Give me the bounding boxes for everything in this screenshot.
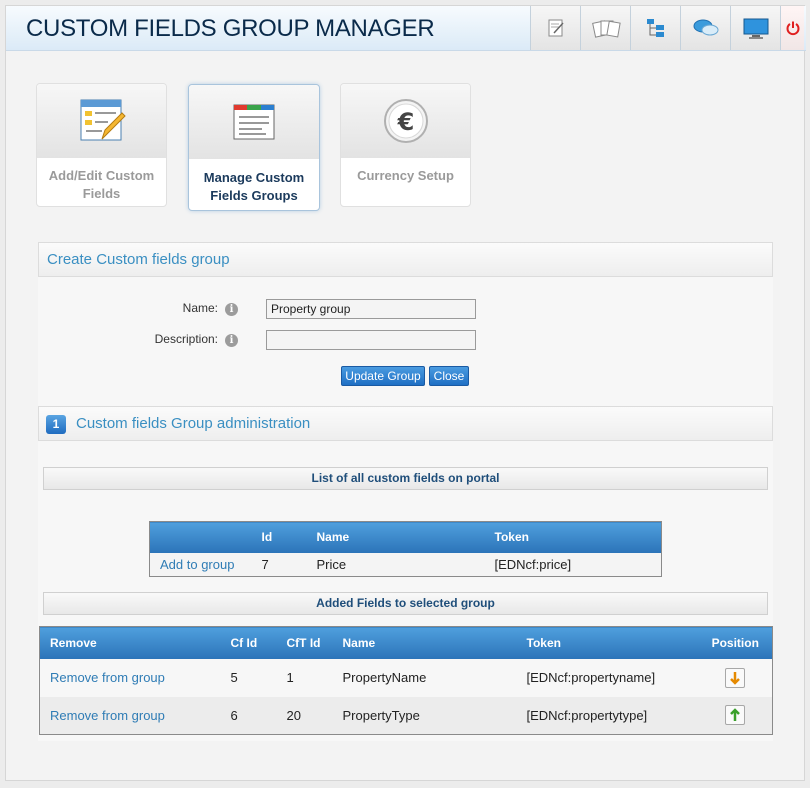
step-badge: 1 [46, 415, 66, 434]
window-icon [233, 104, 275, 140]
form-edit-icon [80, 99, 126, 141]
page-title: CUSTOM FIELDS GROUP MANAGER [26, 15, 435, 42]
group-admin-header: 1 Custom fields Group administration [38, 406, 773, 441]
tile-label: Currency Setup [357, 168, 454, 183]
table-row: Remove from group 5 1 PropertyName [EDNc… [39, 658, 773, 697]
add-to-group-link[interactable]: Add to group [160, 557, 234, 572]
remove-from-group-link[interactable]: Remove from group [50, 708, 165, 723]
monitor-button[interactable] [730, 6, 780, 50]
notes-button[interactable] [530, 6, 580, 50]
cf-id-cell: 6 [230, 707, 238, 723]
euro-icon: € [383, 99, 428, 143]
remove-from-group-link[interactable]: Remove from group [50, 670, 165, 685]
name-cell: Price [316, 556, 347, 572]
table-row: Add to group 7 Price [EDNcf:price] [149, 552, 662, 577]
description-label: Description: [154, 332, 218, 346]
column-header: Name [332, 626, 517, 659]
tree-button[interactable] [630, 6, 680, 50]
create-group-form: Name: i Description: i Update Group Clos… [38, 277, 773, 407]
token-cell: [EDNcf:propertytype] [526, 707, 648, 723]
section-title: Create Custom fields group [47, 251, 230, 268]
group-fields-table: Remove Cf Id CfT Id Name Token Position … [39, 626, 773, 735]
token-cell: [EDNcf:propertyname] [526, 670, 656, 685]
notes-icon [548, 19, 564, 37]
update-group-button[interactable]: Update Group [341, 366, 425, 386]
column-header: Token [484, 521, 662, 553]
portal-fields-strip: List of all custom fields on portal [43, 467, 768, 490]
up-arrow-icon [730, 708, 741, 722]
token-cell: [EDNcf:price] [494, 556, 572, 572]
column-header: Name [306, 521, 485, 553]
tree-icon [646, 19, 664, 37]
column-header: Cf Id [220, 626, 277, 659]
info-icon[interactable]: i [225, 303, 238, 316]
column-header: Remove [39, 626, 221, 659]
table-row: Remove from group 6 20 PropertyType [EDN… [39, 696, 773, 735]
name-label: Name: [182, 301, 218, 315]
chat-icon [693, 19, 718, 36]
cft-id-cell: 20 [286, 707, 301, 723]
close-button[interactable]: Close [429, 366, 469, 386]
header-bar: CUSTOM FIELDS GROUP MANAGER [6, 6, 806, 51]
tile-manage-custom-fields-groups[interactable]: Manage Custom Fields Groups [188, 84, 320, 211]
power-button[interactable] [780, 6, 804, 50]
monitor-icon [743, 18, 768, 39]
table-header-row: Id Name Token [149, 521, 662, 553]
column-header: Token [516, 626, 699, 659]
cf-id-cell: 5 [230, 670, 238, 685]
description-input[interactable] [266, 330, 476, 350]
tile-label: Add/Edit Custom Fields [48, 168, 155, 201]
papers-button[interactable] [580, 6, 630, 50]
chat-button[interactable] [680, 6, 730, 50]
move-up-button[interactable] [725, 705, 746, 726]
id-cell: 7 [261, 556, 269, 572]
column-header: CfT Id [276, 626, 333, 659]
section-title: Custom fields Group administration [76, 415, 311, 432]
column-header: Id [251, 521, 307, 553]
svg-text:€: € [396, 108, 414, 136]
papers-icon [591, 20, 621, 38]
info-icon[interactable]: i [225, 334, 238, 347]
added-fields-strip: Added Fields to selected group [43, 592, 768, 615]
name-input[interactable] [266, 299, 476, 319]
tile-currency-setup[interactable]: € Currency Setup [340, 83, 471, 207]
move-down-button[interactable] [725, 667, 746, 688]
name-cell: PropertyType [342, 707, 420, 723]
cft-id-cell: 1 [286, 670, 294, 685]
tile-label: Manage Custom Fields Groups [203, 170, 305, 203]
name-cell: PropertyName [342, 670, 427, 685]
portal-fields-table: Id Name Token Add to group 7 Price [EDNc… [149, 521, 662, 577]
toolbar [530, 6, 804, 50]
table-header-row: Remove Cf Id CfT Id Name Token Position [39, 626, 773, 659]
column-header: Position [698, 626, 773, 659]
tile-add-edit-custom-fields[interactable]: Add/Edit Custom Fields [36, 83, 167, 207]
down-arrow-icon [730, 671, 741, 685]
create-group-header: Create Custom fields group [38, 242, 773, 277]
power-icon [786, 21, 799, 36]
column-header [149, 521, 252, 553]
app-window: CUSTOM FIELDS GROUP MANAGER Add/Edit Cus… [5, 5, 806, 781]
